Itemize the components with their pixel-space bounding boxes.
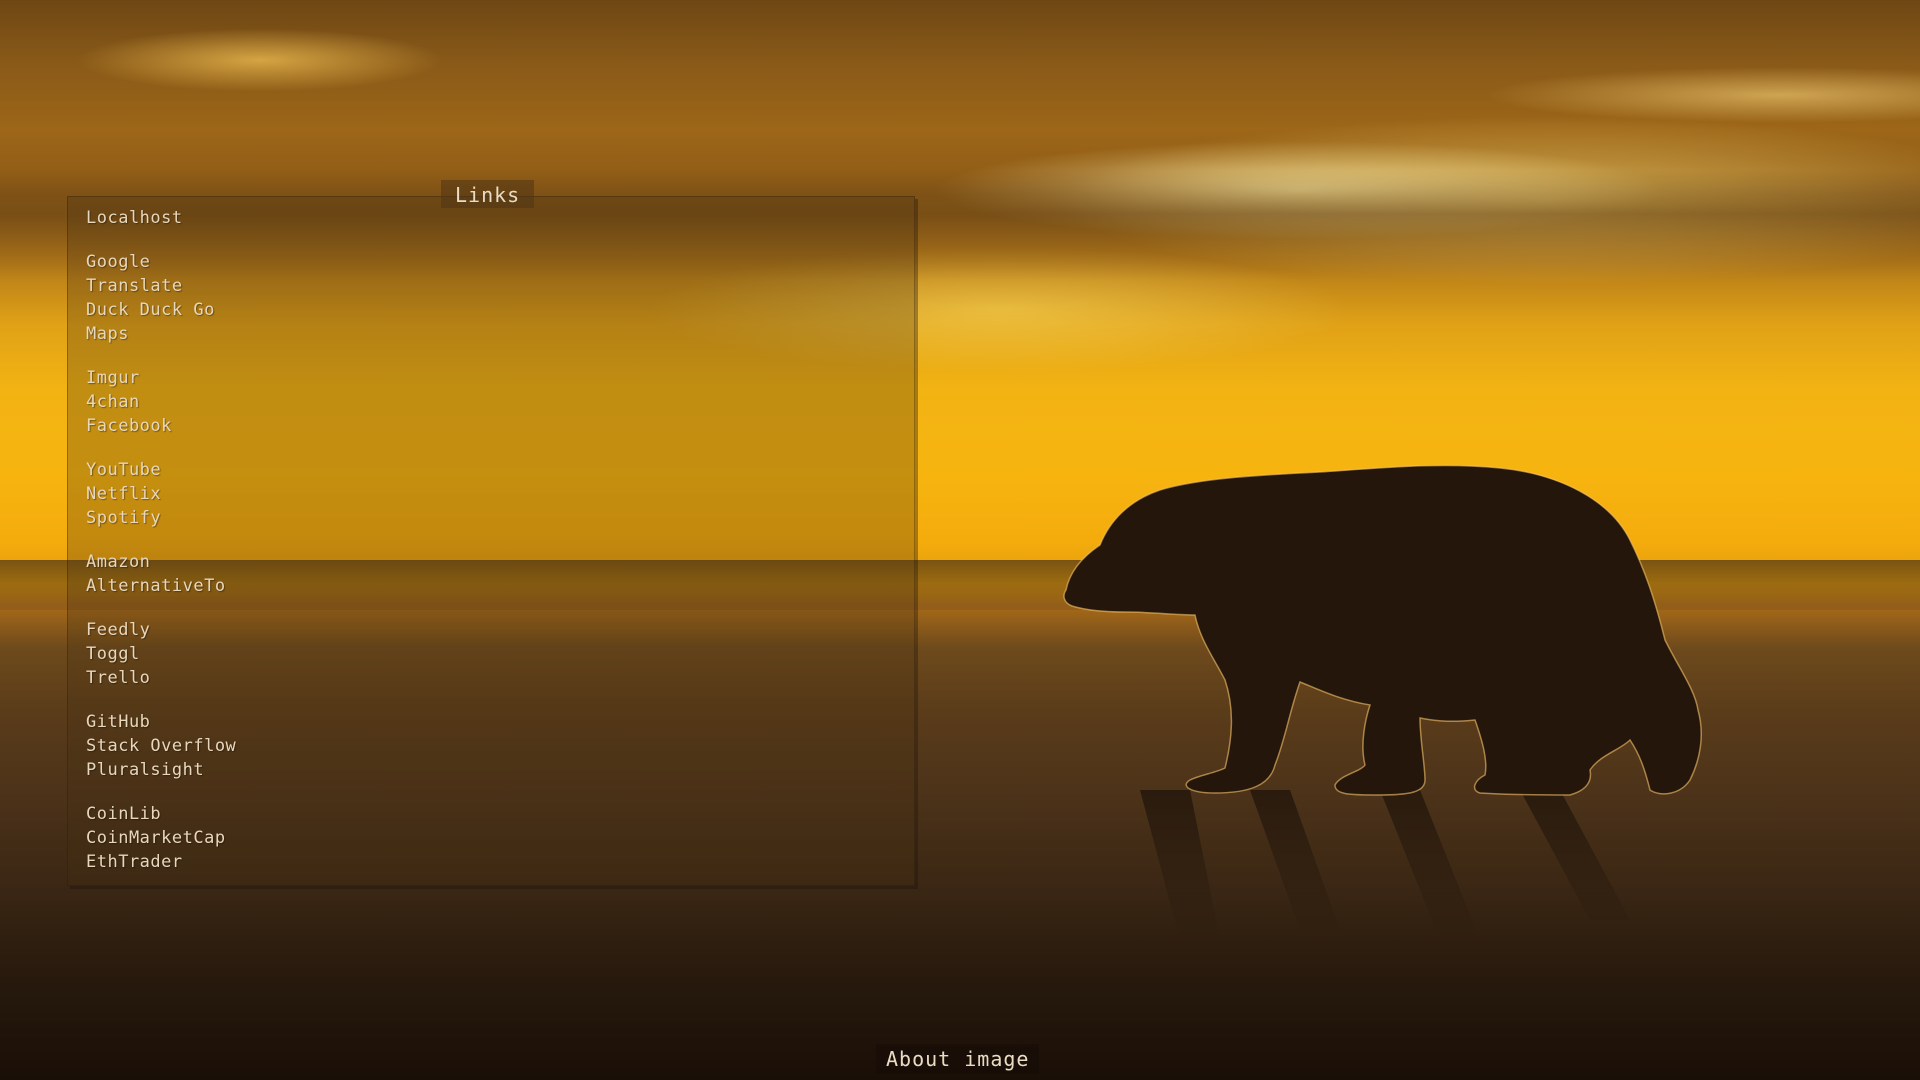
link-group: YouTube Netflix Spotify	[86, 458, 236, 530]
link-imgur[interactable]: Imgur	[86, 366, 236, 390]
about-image-button[interactable]: About image	[876, 1044, 1040, 1074]
link-group: Localhost	[86, 206, 236, 230]
link-group: Feedly Toggl Trello	[86, 618, 236, 690]
link-group: CoinLib CoinMarketCap EthTrader	[86, 802, 236, 874]
link-group: Google Translate Duck Duck Go Maps	[86, 250, 236, 346]
link-github[interactable]: GitHub	[86, 710, 236, 734]
link-coinmarketcap[interactable]: CoinMarketCap	[86, 826, 236, 850]
link-translate[interactable]: Translate	[86, 274, 236, 298]
bear-shadow	[1140, 790, 1630, 940]
link-trello[interactable]: Trello	[86, 666, 236, 690]
link-amazon[interactable]: Amazon	[86, 550, 236, 574]
link-netflix[interactable]: Netflix	[86, 482, 236, 506]
links-panel-title: Links	[441, 180, 535, 208]
link-maps[interactable]: Maps	[86, 322, 236, 346]
link-youtube[interactable]: YouTube	[86, 458, 236, 482]
link-google[interactable]: Google	[86, 250, 236, 274]
link-group: Imgur 4chan Facebook	[86, 366, 236, 438]
link-duck-duck-go[interactable]: Duck Duck Go	[86, 298, 236, 322]
link-coinlib[interactable]: CoinLib	[86, 802, 236, 826]
link-pluralsight[interactable]: Pluralsight	[86, 758, 236, 782]
link-group: GitHub Stack Overflow Pluralsight	[86, 710, 236, 782]
links-list: Localhost Google Translate Duck Duck Go Maps…	[86, 206, 236, 894]
link-localhost[interactable]: Localhost	[86, 206, 236, 230]
link-feedly[interactable]: Feedly	[86, 618, 236, 642]
link-4chan[interactable]: 4chan	[86, 390, 236, 414]
link-spotify[interactable]: Spotify	[86, 506, 236, 530]
link-ethtrader[interactable]: EthTrader	[86, 850, 236, 874]
link-alternativeto[interactable]: AlternativeTo	[86, 574, 236, 598]
bear-body	[1063, 464, 1703, 796]
link-group: Amazon AlternativeTo	[86, 550, 236, 598]
link-toggl[interactable]: Toggl	[86, 642, 236, 666]
link-facebook[interactable]: Facebook	[86, 414, 236, 438]
link-stack-overflow[interactable]: Stack Overflow	[86, 734, 236, 758]
